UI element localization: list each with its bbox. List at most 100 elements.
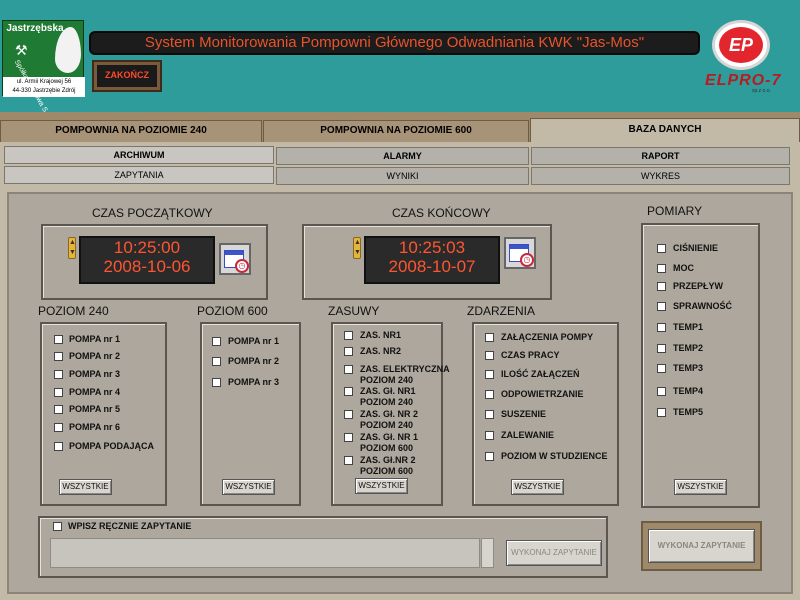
elpro-sub: sp.z o.o. [752,88,771,94]
pomiary-option-label: TEMP4 [673,386,704,396]
zdarzenia-wszystkie-button[interactable]: WSZYSTKIE [511,479,564,495]
poziom240-option-label: POMPA nr 3 [69,369,121,379]
czas-poczatkowy-label: CZAS POCZĄTKOWY [92,206,213,220]
pomiary-checkbox[interactable] [657,282,666,291]
poziom240-checkbox[interactable] [54,405,63,414]
zdarzenia-option-label: SUSZENIE [501,409,547,419]
logo-addr-line2: 44-330 Jastrzębie Zdrój [12,88,76,94]
tab-zapytania[interactable]: ZAPYTANIA [4,166,274,184]
start-datetime-display[interactable]: 10:25:00 2008-10-06 [79,236,215,284]
tab-pompownia-600[interactable]: POMPOWNIA NA POZIOMIE 600 [263,120,529,142]
pomiary-checkbox[interactable] [657,264,666,273]
elpro-name: ELPRO-7 [705,72,782,89]
tab-wykres[interactable]: WYKRES [531,167,790,185]
zdarzenia-checkbox[interactable] [485,452,494,461]
elpro-badge: EP [719,27,763,63]
zasuwy-checkbox[interactable] [344,410,353,419]
pomiary-checkbox[interactable] [657,387,666,396]
poziom600-checkbox[interactable] [212,378,221,387]
zasuwy-checkbox[interactable] [344,456,353,465]
poziom240-checkbox[interactable] [54,388,63,397]
zasuwy-wszystkie-button[interactable]: WSZYSTKIE [355,478,408,494]
start-spin-control[interactable]: ▲ ▼ [68,237,76,259]
pomiary-checkbox[interactable] [657,323,666,332]
zdarzenia-checkbox[interactable] [485,410,494,419]
manual-query-input[interactable] [50,538,480,568]
pomiary-checkbox[interactable] [657,244,666,253]
tab-archiwum[interactable]: ARCHIWUM [4,146,274,164]
zdarzenia-checkbox[interactable] [485,333,494,342]
tab-baza-danych[interactable]: BAZA DANYCH [530,118,800,144]
pomiary-option-label: PRZEPŁYW [673,281,724,291]
pomiary-wszystkie-button[interactable]: WSZYSTKIE [674,479,727,495]
tab-pompownia-240[interactable]: POMPOWNIA NA POZIOMIE 240 [0,120,262,142]
zasuwy-checkbox[interactable] [344,365,353,374]
manual-run-query-button[interactable]: WYKONAJ ZAPYTANIE [506,540,602,566]
zasuwy-option-label: ZAS. NR2 [360,346,402,356]
pomiary-option-label: TEMP3 [673,363,704,373]
poziom240-checkbox[interactable] [54,423,63,432]
poziom240-option-label: POMPA nr 1 [69,334,121,344]
poziom600-wszystkie-button[interactable]: WSZYSTKIE [222,479,275,495]
zasuwy-label: ZASUWY [328,304,380,318]
end-datetime-display[interactable]: 10:25:03 2008-10-07 [364,236,500,284]
company-logo: Jastrzębska ⚒ Spółka Węglowa S.A. ul. Ar… [2,20,85,121]
poziom240-label: POZIOM 240 [38,304,109,318]
poziom240-option-label: POMPA nr 4 [69,387,121,397]
poziom240-checkbox[interactable] [54,442,63,451]
zasuwy-option-label: ZAS. Gł. NR1 POZIOM 240 [360,386,416,407]
zdarzenia-checkbox[interactable] [485,431,494,440]
zdarzenia-checkbox[interactable] [485,390,494,399]
zasuwy-checkbox[interactable] [344,331,353,340]
poziom600-option-label: POMPA nr 1 [228,336,280,346]
zasuwy-checkbox[interactable] [344,387,353,396]
page-title: System Monitorowania Pompowni Głównego O… [89,31,700,55]
zasuwy-checkbox[interactable] [344,347,353,356]
poziom240-wszystkie-button[interactable]: WSZYSTKIE [59,479,112,495]
zasuwy-option-label: ZAS. NR1 [360,330,402,340]
poziom240-option-label: POMPA PODAJĄCA [69,441,155,451]
zdarzenia-option-label: ZALEWANIE [501,430,554,440]
tab-wyniki[interactable]: WYNIKI [276,167,529,185]
pomiary-checkbox[interactable] [657,344,666,353]
zdarzenia-checkbox[interactable] [485,370,494,379]
end-spin-control[interactable]: ▲ ▼ [353,237,361,259]
poziom240-checkbox[interactable] [54,352,63,361]
zdarzenia-checkbox[interactable] [485,351,494,360]
pomiary-option-label: TEMP1 [673,322,704,332]
manual-query-checkbox[interactable] [53,522,62,531]
manual-query-scrollbar[interactable] [481,538,494,568]
poziom600-checkbox[interactable] [212,357,221,366]
pomiary-option-label: CIŚNIENIE [673,243,719,253]
pomiary-option-label: TEMP5 [673,407,704,417]
tab-raport[interactable]: RAPORT [531,147,790,165]
logo-addr-line1: ul. Armii Krajowej 56 [16,79,72,85]
poziom240-option-label: POMPA nr 5 [69,404,121,414]
top-tabs: POMPOWNIA NA POZIOMIE 240 POMPOWNIA NA P… [0,118,800,144]
zdarzenia-option-label: ILOŚĆ ZAŁĄCZEŃ [501,369,580,379]
start-time: 10:25:00 [113,238,181,257]
poziom600-checkbox[interactable] [212,337,221,346]
logo-top-text: Jastrzębska [6,23,64,34]
pomiary-checkbox[interactable] [657,364,666,373]
czas-koncowy-label: CZAS KOŃCOWY [392,206,491,220]
end-date: 2008-10-07 [388,257,476,276]
pomiary-checkbox[interactable] [657,408,666,417]
pomiary-option-label: MOC [673,263,694,273]
pickaxe-icon: ⚒ [15,42,28,58]
logo-address: ul. Armii Krajowej 56 44-330 Jastrzębie … [3,77,85,97]
tab-alarmy[interactable]: ALARMY [276,147,529,165]
pomiary-checkbox[interactable] [657,302,666,311]
pomiary-option-label: SPRAWNOŚĆ [673,301,733,311]
start-calendar-button[interactable]: ◷ [219,243,251,275]
zasuwy-checkbox[interactable] [344,433,353,442]
poziom600-option-label: POMPA nr 2 [228,356,280,366]
exit-button[interactable]: ZAKOŃCZ [92,60,162,92]
run-query-button[interactable]: WYKONAJ ZAPYTANIE [648,529,755,563]
poziom240-checkbox[interactable] [54,335,63,344]
poziom240-checkbox[interactable] [54,370,63,379]
header: Jastrzębska ⚒ Spółka Węglowa S.A. ul. Ar… [0,0,800,121]
end-calendar-button[interactable]: ◷ [504,237,536,269]
zdarzenia-label: ZDARZENIA [467,304,536,318]
exit-button-label: ZAKOŃCZ [97,65,157,87]
